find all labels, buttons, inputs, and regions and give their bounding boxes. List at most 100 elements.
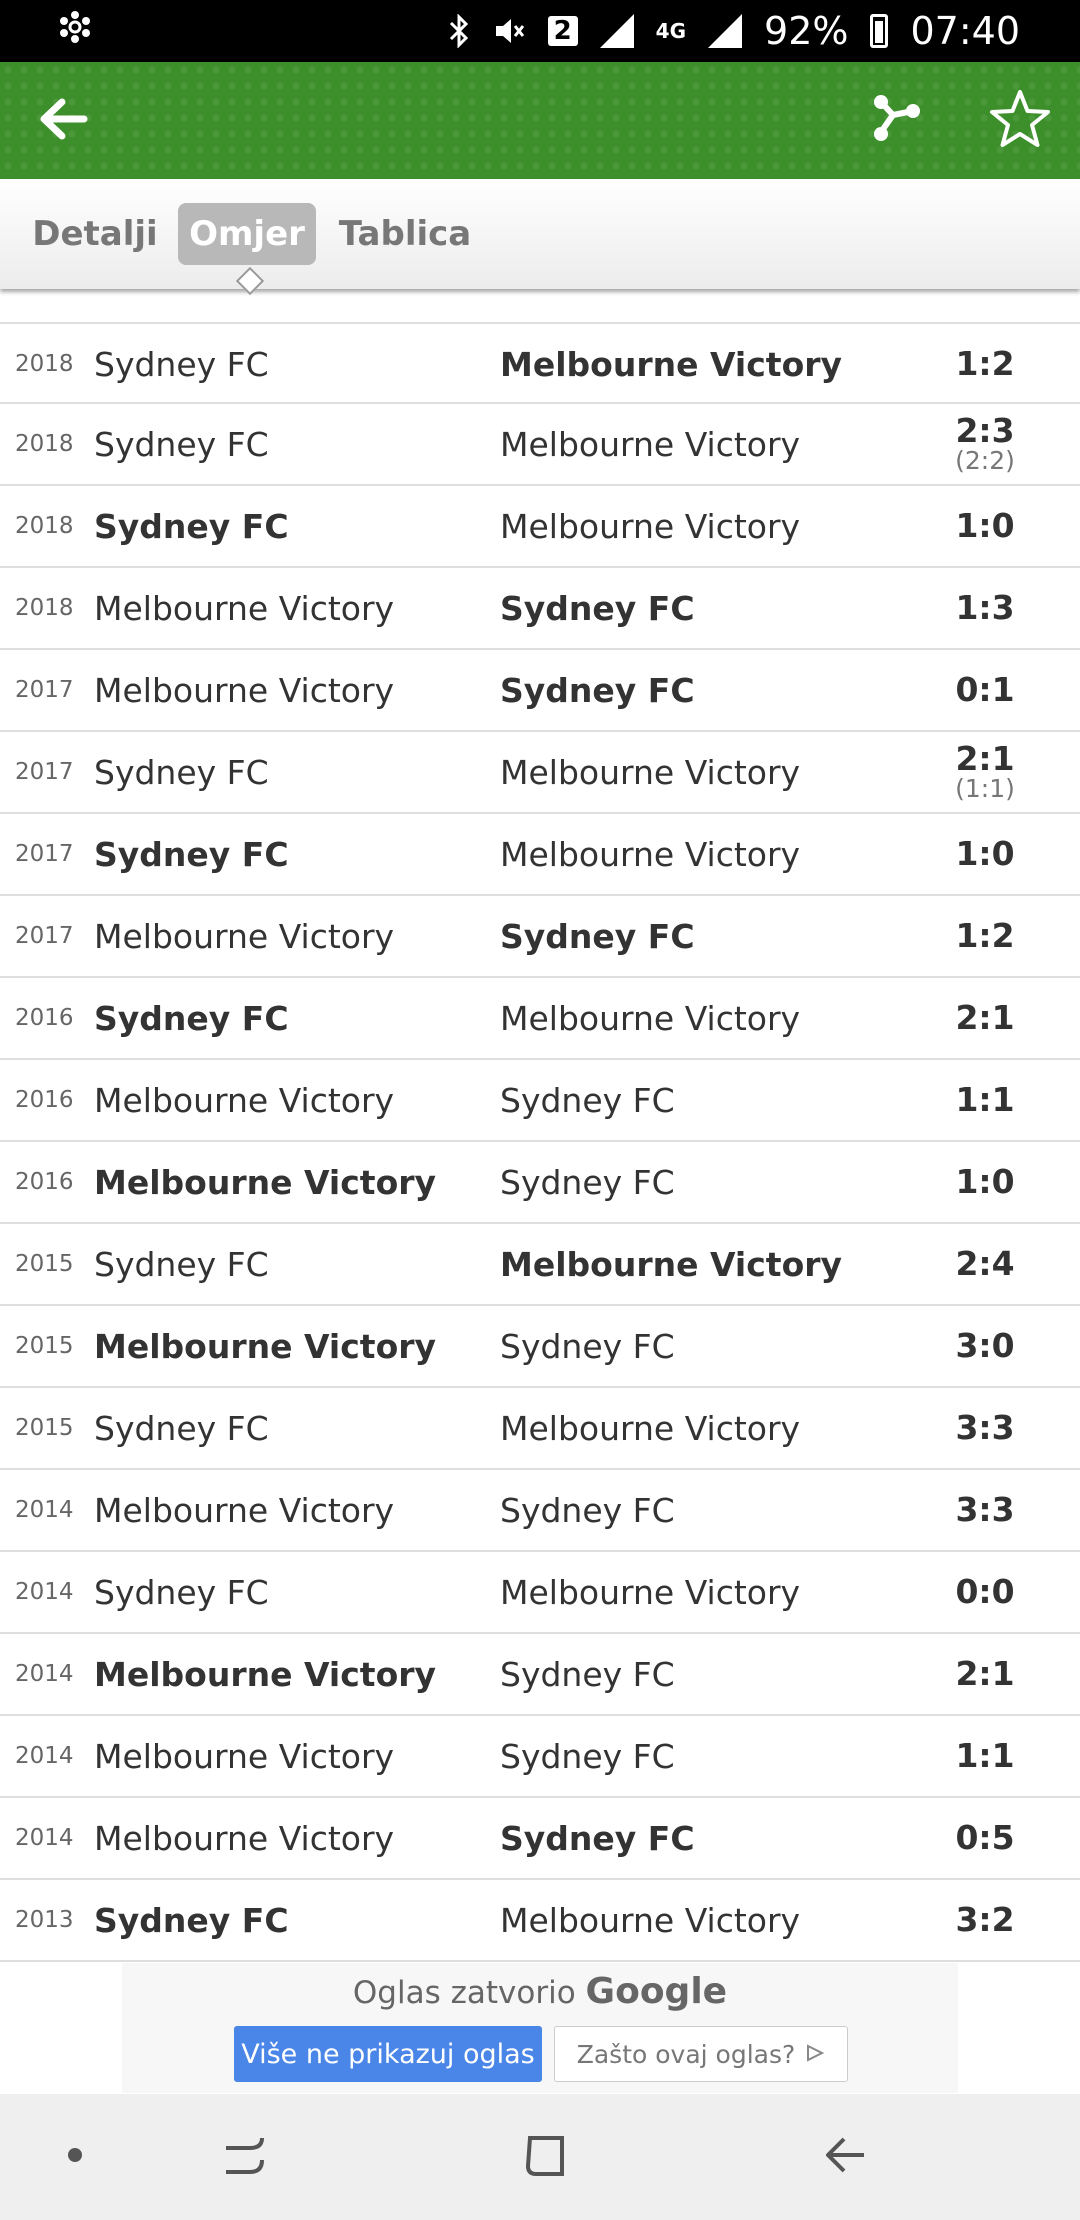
match-row[interactable]: 2016 Melbourne Victory Sydney FC 1:0 (0, 1142, 1080, 1224)
match-year: 2013 (15, 1907, 74, 1933)
match-year: 2017 (15, 841, 74, 867)
match-year: 2014 (15, 1825, 74, 1851)
why-this-ad-button[interactable]: Zašto ovaj oglas? (554, 2026, 848, 2082)
final-score: 3:2 (955, 1900, 1015, 1939)
match-row[interactable]: 2017 Melbourne Victory Sydney FC 1:2 (0, 896, 1080, 978)
final-score: 2:3 (955, 411, 1015, 450)
home-team: Sydney FC (94, 998, 289, 1038)
match-row[interactable]: 2018 Sydney FC Melbourne Victory 1:2 (0, 322, 1080, 404)
match-score: 2:1 (930, 978, 1040, 1058)
back-button[interactable] (20, 62, 106, 179)
match-row[interactable]: 2015 Sydney FC Melbourne Victory 3:3 (0, 1388, 1080, 1470)
match-row[interactable]: 2016 Melbourne Victory Sydney FC 1:1 (0, 1060, 1080, 1142)
away-team: Sydney FC (500, 1326, 675, 1366)
match-year: 2017 (15, 677, 74, 703)
away-team: Sydney FC (500, 1818, 695, 1858)
match-score: 1:1 (930, 1716, 1040, 1796)
match-year: 2014 (15, 1661, 74, 1687)
match-row[interactable]: 2016 Sydney FC Melbourne Victory 2:1 (0, 978, 1080, 1060)
final-score: 3:3 (955, 1490, 1015, 1529)
share-icon (869, 93, 921, 149)
bluetooth-icon (448, 14, 470, 48)
match-row[interactable]: 2013 Sydney FC Melbourne Victory 3:2 (0, 1880, 1080, 1962)
match-row[interactable]: 2015 Sydney FC Melbourne Victory 2:4 (0, 1224, 1080, 1306)
final-score: 1:1 (955, 1080, 1015, 1119)
away-team: Melbourne Victory (500, 1244, 843, 1284)
google-logo: Google (585, 1971, 728, 2012)
match-row[interactable]: 2014 Melbourne Victory Sydney FC 0:5 (0, 1798, 1080, 1880)
match-row[interactable]: 2017 Sydney FC Melbourne Victory 1:0 (0, 814, 1080, 896)
dot-icon (67, 2147, 83, 2167)
match-year: 2015 (15, 1251, 74, 1277)
ad-banner: Oglas zatvorio Google Više ne prikazuj o… (122, 1963, 958, 2093)
match-row[interactable]: 2014 Melbourne Victory Sydney FC 1:1 (0, 1716, 1080, 1798)
home-team: Melbourne Victory (94, 1326, 437, 1366)
share-button[interactable] (855, 62, 935, 179)
signal-strength-icon (708, 14, 743, 48)
battery-icon (870, 14, 889, 48)
why-this-ad-label: Zašto ovaj oglas? (576, 2039, 796, 2069)
match-score: 1:0 (930, 1142, 1040, 1222)
home-icon (520, 2130, 570, 2184)
match-row[interactable]: 2014 Sydney FC Melbourne Victory 0:0 (0, 1552, 1080, 1634)
mute-icon (492, 14, 526, 48)
match-score: 3:3 (930, 1470, 1040, 1550)
ad-title-text: Oglas zatvorio (352, 1975, 576, 2011)
match-year: 2014 (15, 1497, 74, 1523)
final-score: 0:5 (955, 1818, 1015, 1857)
home-button[interactable] (500, 2094, 590, 2220)
match-score: 2:4 (930, 1224, 1040, 1304)
recent-apps-button[interactable] (200, 2094, 290, 2220)
match-row[interactable]: 2017 Melbourne Victory Sydney FC 0:1 (0, 650, 1080, 732)
ad-title: Oglas zatvorio Google (122, 1971, 958, 2012)
nav-dot-button[interactable] (40, 2094, 110, 2220)
away-team: Sydney FC (500, 916, 695, 956)
stop-showing-ad-button[interactable]: Više ne prikazuj oglas (234, 2026, 542, 2082)
away-team: Sydney FC (500, 1080, 675, 1120)
home-team: Melbourne Victory (94, 1490, 395, 1530)
match-score: 1:3 (930, 568, 1040, 648)
match-row[interactable]: 2014 Melbourne Victory Sydney FC 2:1 (0, 1634, 1080, 1716)
away-team: Melbourne Victory (500, 506, 801, 546)
tab-omjer[interactable]: Omjer (178, 203, 316, 265)
match-year: 2014 (15, 1743, 74, 1769)
match-row[interactable]: 2017 Sydney FC Melbourne Victory 2:1 (1:1) (0, 732, 1080, 814)
away-team: Melbourne Victory (500, 834, 801, 874)
tab-detalji[interactable]: Detalji (30, 203, 160, 265)
tab-tablica[interactable]: Tablica (335, 203, 475, 265)
home-team: Sydney FC (94, 1244, 269, 1284)
battery-percent: 92% (764, 9, 849, 53)
match-year: 2017 (15, 759, 74, 785)
final-score: 1:2 (955, 916, 1015, 955)
final-score: 0:0 (955, 1572, 1015, 1611)
match-row[interactable]: 2015 Melbourne Victory Sydney FC 3:0 (0, 1306, 1080, 1388)
match-score: 3:2 (930, 1880, 1040, 1960)
final-score: 1:2 (955, 344, 1015, 383)
match-row[interactable]: 2018 Melbourne Victory Sydney FC 1:3 (0, 568, 1080, 650)
match-year: 2018 (15, 513, 74, 539)
match-row[interactable]: 2014 Melbourne Victory Sydney FC 3:3 (0, 1470, 1080, 1552)
match-score: 3:3 (930, 1388, 1040, 1468)
app-bar (0, 62, 1080, 179)
back-nav-button[interactable] (800, 2094, 890, 2220)
clock: 07:40 (910, 9, 1020, 53)
favorite-button[interactable] (975, 62, 1065, 179)
match-year: 2015 (15, 1333, 74, 1359)
match-score: 1:0 (930, 486, 1040, 566)
match-list[interactable]: 2018 Sydney FC Melbourne Victory 1:2 2018 Syd… (0, 322, 1080, 1962)
final-score: 3:0 (955, 1326, 1015, 1365)
match-year: 2018 (15, 351, 74, 377)
home-team: Melbourne Victory (94, 588, 395, 628)
match-row[interactable]: 2018 Sydney FC Melbourne Victory 1:0 (0, 486, 1080, 568)
match-score: 1:2 (930, 324, 1040, 404)
home-team: Sydney FC (94, 506, 289, 546)
home-team: Melbourne Victory (94, 1736, 395, 1776)
away-team: Sydney FC (500, 1490, 675, 1530)
match-row[interactable]: 2018 Sydney FC Melbourne Victory 2:3 (2:2) (0, 404, 1080, 486)
home-team: Sydney FC (94, 424, 269, 464)
final-score: 1:3 (955, 588, 1015, 627)
tab-bar: Detalji Omjer Tablica (0, 179, 1080, 289)
final-score: 3:3 (955, 1408, 1015, 1447)
match-score: 0:5 (930, 1798, 1040, 1878)
match-year: 2017 (15, 923, 74, 949)
